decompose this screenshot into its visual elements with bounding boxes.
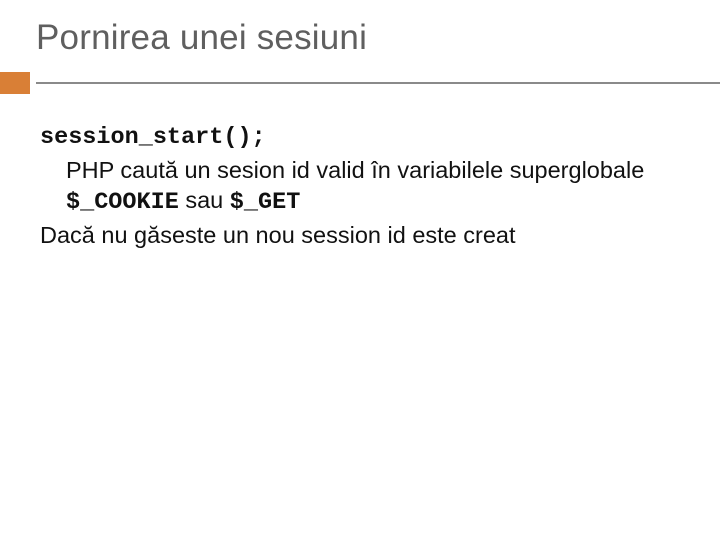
- code-var-get: $_GET: [230, 189, 301, 216]
- code-call-suffix: ();: [223, 124, 265, 151]
- code-function-name: session_start: [40, 124, 223, 151]
- slide: Pornirea unei sesiuni session_start(); P…: [0, 0, 720, 540]
- slide-title: Pornirea unei sesiuni: [36, 18, 684, 58]
- horizontal-rule: [36, 82, 720, 84]
- slide-content: session_start(); PHP caută un sesion id …: [36, 120, 684, 250]
- title-underline: [0, 72, 720, 94]
- code-line: session_start();: [40, 120, 684, 153]
- body-text-1b: sau: [179, 187, 230, 213]
- code-var-cookie: $_COOKIE: [66, 189, 179, 216]
- body-line-1: PHP caută un sesion id valid în variabil…: [40, 155, 684, 218]
- accent-block: [0, 72, 30, 94]
- body-line-2: Dacă nu găseste un nou session id este c…: [40, 220, 684, 250]
- body-text-1a: PHP caută un sesion id valid în variabil…: [66, 157, 644, 183]
